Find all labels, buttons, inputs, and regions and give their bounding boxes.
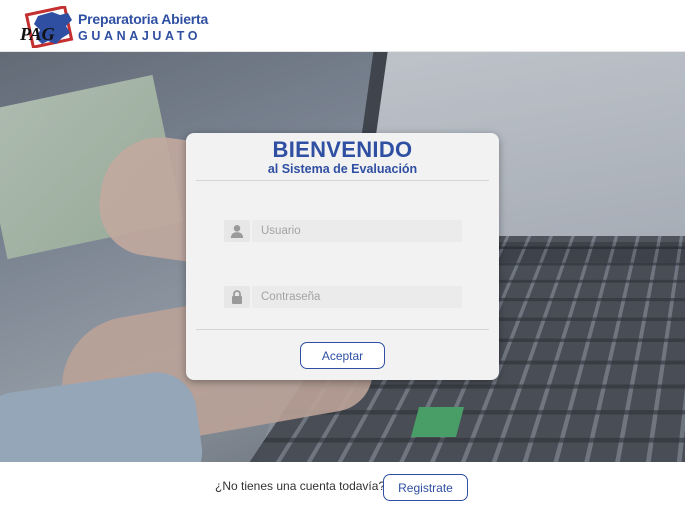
password-field [224,286,462,308]
accept-button[interactable]: Aceptar [300,342,385,369]
register-button[interactable]: Registrate [383,474,468,501]
logo-letters: PAG [19,24,55,44]
brand-name-line1: Preparatoria Abierta [78,12,208,26]
username-input[interactable] [252,220,462,242]
register-prompt: ¿No tienes una cuenta todavía? [215,479,385,493]
lock-icon [224,286,250,308]
user-icon [224,220,250,242]
state-map-logo-icon: PAG [18,6,74,48]
site-header: PAG Preparatoria Abierta GUANAJUATO [0,0,685,52]
login-title: BIENVENIDO [186,137,499,163]
password-input[interactable] [252,286,462,308]
login-subtitle: al Sistema de Evaluación [186,162,499,176]
brand-text: Preparatoria Abierta GUANAJUATO [78,12,208,43]
login-card: BIENVENIDO al Sistema de Evaluación Acep… [186,133,499,380]
register-footer: ¿No tienes una cuenta todavía? Registrat… [0,462,685,520]
brand-logo[interactable]: PAG Preparatoria Abierta GUANAJUATO [18,6,208,48]
brand-name-line2: GUANAJUATO [78,30,208,43]
divider [196,329,489,330]
divider [196,180,489,181]
username-field [224,220,462,242]
